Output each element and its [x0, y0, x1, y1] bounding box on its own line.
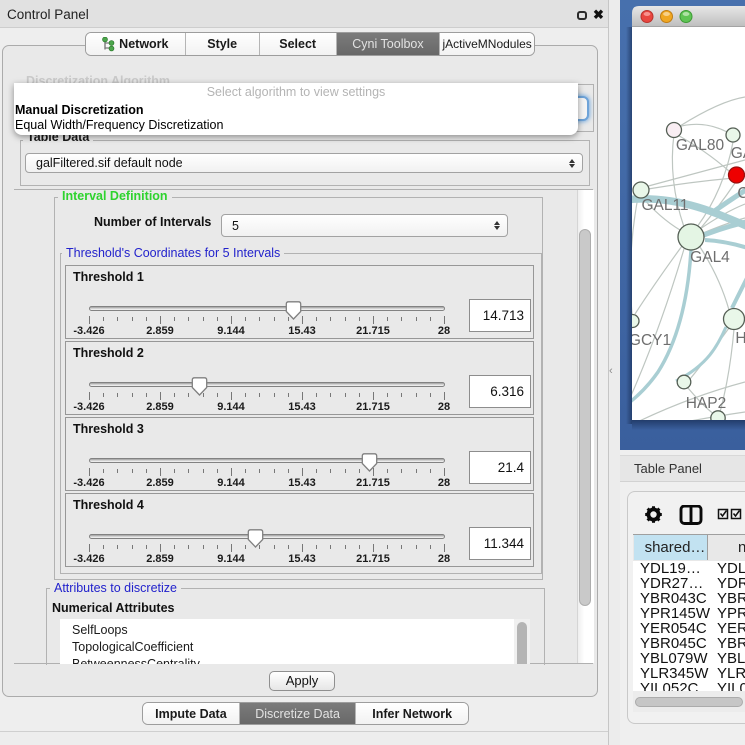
- svg-text:GAL4: GAL4: [690, 249, 730, 266]
- svg-text:GA: GA: [731, 145, 745, 162]
- svg-text:GCY1: GCY1: [629, 332, 671, 349]
- svg-text:GAL80: GAL80: [676, 137, 725, 154]
- svg-text:C: C: [737, 185, 745, 202]
- svg-text:GAL11: GAL11: [641, 197, 688, 214]
- svg-text:HAP2: HAP2: [686, 395, 727, 412]
- svg-text:H: H: [735, 330, 745, 347]
